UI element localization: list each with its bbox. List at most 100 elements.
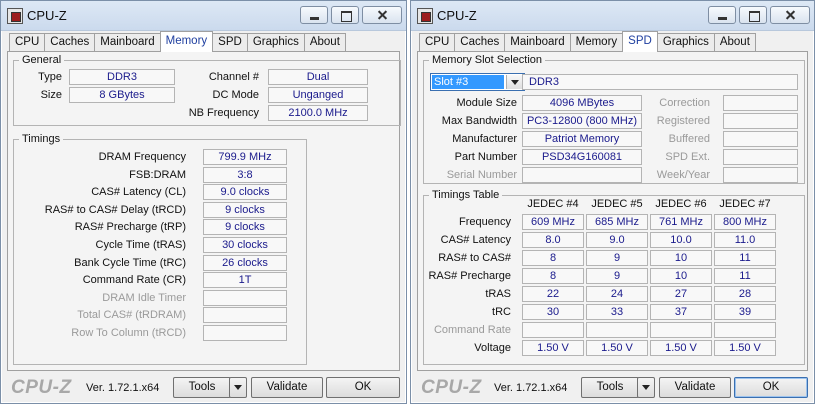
tab-caches[interactable]: Caches <box>454 33 506 52</box>
tab-graphics[interactable]: Graphics <box>246 33 305 52</box>
cpuz-brand-logo: CPU-Z <box>421 377 482 398</box>
timing-label: Row To Column (tRCD) <box>71 327 186 339</box>
timings-cell: 39 <box>714 304 776 320</box>
timing-value: 30 clocks <box>203 237 287 253</box>
cpuz-app-icon <box>417 8 433 24</box>
cpuz-window-memory: CPU-Z CPU Caches Mainboard Memory SPD Gr… <box>0 0 407 404</box>
timings-cell: 10 <box>650 268 712 284</box>
timings-cell: 10.0 <box>650 232 712 248</box>
timings-cell: 1.50 V <box>714 340 776 356</box>
timings-cell <box>586 322 648 338</box>
timing-value <box>203 307 287 324</box>
timing-value: 9 clocks <box>203 219 287 236</box>
timings-row-label: tRAS <box>485 288 511 300</box>
tab-cpu[interactable]: CPU <box>9 33 46 52</box>
maximize-button[interactable] <box>331 6 359 24</box>
chevron-down-icon[interactable] <box>506 75 523 89</box>
timings-cell: 9 <box>586 268 648 284</box>
timings-cell: 609 MHz <box>522 214 584 230</box>
general-group-title: General <box>22 54 62 66</box>
correction-value <box>723 95 798 111</box>
timing-value <box>203 289 287 306</box>
timings-column-header: JEDEC #4 <box>527 198 579 210</box>
nb-frequency-value: 2100.0 MHz <box>268 105 368 121</box>
timing-label: FSB:DRAM <box>129 168 186 181</box>
timings-cell: 9 <box>586 250 648 266</box>
title-bar[interactable]: CPU-Z <box>1 1 406 31</box>
max-bandwidth-label: Max Bandwidth <box>441 115 517 127</box>
spd-ext-value <box>723 149 798 165</box>
tab-mainboard[interactable]: Mainboard <box>94 33 161 52</box>
timings-cell: 24 <box>586 286 648 302</box>
spd-ext-label: SPD Ext. <box>665 151 710 163</box>
tools-dropdown-arrow-icon[interactable] <box>229 377 247 398</box>
part-number-label: Part Number <box>454 151 517 163</box>
tab-about[interactable]: About <box>713 33 756 52</box>
bottom-bar: CPU-Z Ver. 1.72.1.x64 Tools Validate OK <box>411 373 814 403</box>
timings-cell: 10 <box>650 250 712 266</box>
tab-memory[interactable]: Memory <box>569 33 624 52</box>
tools-button[interactable]: Tools <box>581 377 639 398</box>
timing-value <box>203 325 287 341</box>
dc-mode-value: Unganged <box>268 87 368 103</box>
buffered-value <box>723 131 798 147</box>
size-label: Size <box>40 89 62 101</box>
timings-cell: 27 <box>650 286 712 302</box>
manufacturer-value: Patriot Memory <box>522 131 642 147</box>
type-label: Type <box>38 71 62 83</box>
tab-caches[interactable]: Caches <box>44 33 96 52</box>
nb-frequency-label: NB Frequency <box>188 107 259 119</box>
timings-cell <box>650 322 712 338</box>
slot-selected-value: Slot #3 <box>432 75 504 89</box>
cpuz-app-icon <box>7 8 23 24</box>
timings-column-header: JEDEC #5 <box>591 198 643 210</box>
tools-dropdown-arrow-icon[interactable] <box>637 377 655 398</box>
week-year-label: Week/Year <box>656 169 710 181</box>
timings-cell: 685 MHz <box>586 214 648 230</box>
window-title: CPU-Z <box>437 8 477 23</box>
timing-value: 1T <box>203 272 287 289</box>
tab-spd[interactable]: SPD <box>622 31 658 52</box>
timing-label: Command Rate (CR) <box>82 274 186 287</box>
title-bar[interactable]: CPU-Z <box>411 1 814 31</box>
timings-column-header: JEDEC #7 <box>719 198 771 210</box>
close-button[interactable] <box>362 6 402 24</box>
tab-mainboard[interactable]: Mainboard <box>504 33 571 52</box>
ok-button[interactable]: OK <box>326 377 400 398</box>
timings-cell: 9.0 <box>586 232 648 248</box>
part-number-value: PSD34G160081 <box>522 149 642 165</box>
timings-row-label: Command Rate <box>433 324 511 336</box>
tools-button[interactable]: Tools <box>173 377 231 398</box>
tab-about[interactable]: About <box>303 33 346 52</box>
timings-row-label: CAS# Latency <box>440 234 511 246</box>
maximize-button[interactable] <box>739 6 767 24</box>
timing-value: 9 clocks <box>203 201 287 218</box>
dc-mode-label: DC Mode <box>212 89 259 101</box>
tab-graphics[interactable]: Graphics <box>656 33 715 52</box>
bottom-bar: CPU-Z Ver. 1.72.1.x64 Tools Validate OK <box>1 373 406 403</box>
timings-row-label: RAS# Precharge <box>428 270 511 282</box>
timing-value: 9.0 clocks <box>203 184 287 201</box>
close-button[interactable] <box>770 6 810 24</box>
manufacturer-label: Manufacturer <box>452 133 517 145</box>
tab-spd[interactable]: SPD <box>212 33 248 52</box>
cpuz-window-spd: CPU-Z CPU Caches Mainboard Memory SPD Gr… <box>410 0 815 404</box>
module-size-label: Module Size <box>456 97 517 109</box>
validate-button[interactable]: Validate <box>659 377 731 398</box>
validate-button[interactable]: Validate <box>251 377 323 398</box>
tab-cpu[interactable]: CPU <box>419 33 456 52</box>
timings-row-label: tRC <box>492 306 511 318</box>
timings-cell: 8.0 <box>522 232 584 248</box>
slot-group-title: Memory Slot Selection <box>432 54 543 66</box>
version-text: Ver. 1.72.1.x64 <box>86 382 160 394</box>
minimize-button[interactable] <box>300 6 328 24</box>
minimize-button[interactable] <box>708 6 736 24</box>
timings-cell: 33 <box>586 304 648 320</box>
week-year-value <box>723 167 798 183</box>
timings-cell: 800 MHz <box>714 214 776 230</box>
timing-label: RAS# Precharge (tRP) <box>74 221 186 234</box>
version-text: Ver. 1.72.1.x64 <box>494 382 568 394</box>
ok-button[interactable]: OK <box>734 377 808 398</box>
tab-memory[interactable]: Memory <box>159 31 214 52</box>
slot-select[interactable]: Slot #3 <box>430 73 525 91</box>
